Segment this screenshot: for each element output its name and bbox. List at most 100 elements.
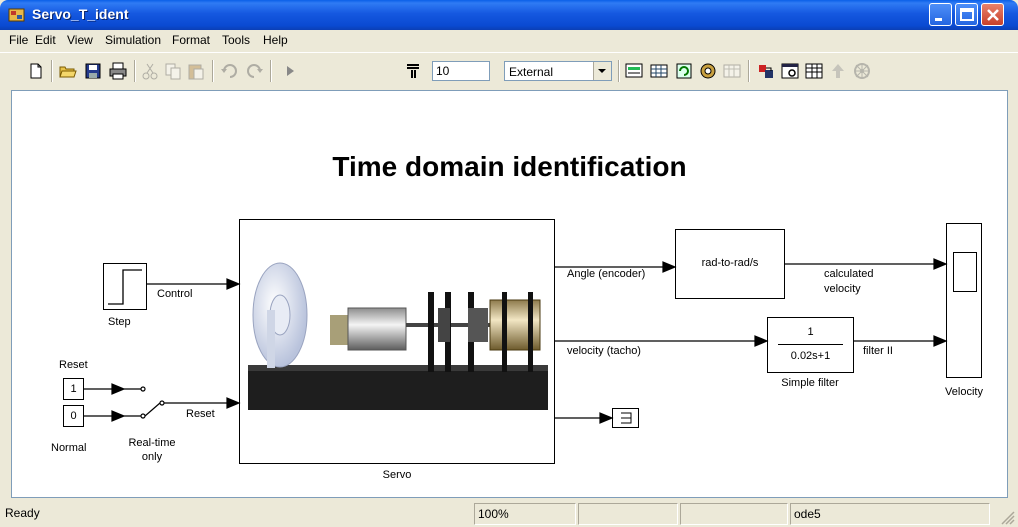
fraction-line bbox=[778, 344, 843, 345]
redo-button[interactable] bbox=[244, 61, 264, 81]
servo-block[interactable] bbox=[239, 219, 555, 464]
servo-label: Servo bbox=[382, 469, 412, 481]
switch-label-line2: only bbox=[141, 451, 163, 463]
stop-time-input[interactable]: 10 bbox=[432, 61, 490, 81]
model-advisor-button[interactable] bbox=[852, 61, 872, 81]
velocity-scope-block[interactable] bbox=[946, 223, 982, 378]
toolbar-separator bbox=[270, 60, 272, 82]
terminator-block[interactable] bbox=[612, 408, 639, 428]
menu-tools[interactable]: Tools bbox=[222, 33, 250, 47]
grid-icon bbox=[805, 63, 823, 79]
simulink-app-icon bbox=[8, 8, 25, 22]
connect-icon bbox=[650, 64, 668, 78]
build-icon bbox=[625, 63, 643, 78]
toolbar-separator bbox=[748, 60, 750, 82]
save-icon bbox=[85, 63, 101, 79]
signal-filter: filter II bbox=[863, 345, 893, 357]
rad-to-rads-block[interactable]: rad-to-rad/s bbox=[675, 229, 785, 299]
status-empty-1 bbox=[578, 503, 678, 525]
start-simulation-button[interactable] bbox=[280, 61, 300, 81]
filter-denominator: 0.02s+1 bbox=[790, 350, 831, 362]
open-button[interactable] bbox=[58, 61, 78, 81]
minimize-icon bbox=[935, 18, 942, 21]
status-bar: Ready 100% ode5 bbox=[0, 500, 1018, 527]
terminator-icon bbox=[621, 412, 632, 424]
arrow-up-icon bbox=[832, 64, 844, 78]
menu-help[interactable]: Help bbox=[263, 33, 288, 47]
menu-view[interactable]: View bbox=[67, 33, 93, 47]
pause-icon bbox=[407, 64, 419, 78]
diagram-title: Time domain identification bbox=[332, 151, 687, 182]
print-button[interactable] bbox=[108, 61, 128, 81]
close-icon bbox=[987, 9, 999, 21]
save-button[interactable] bbox=[83, 61, 103, 81]
close-button[interactable] bbox=[981, 3, 1004, 26]
copy-icon bbox=[165, 63, 181, 80]
chevron-down-icon[interactable] bbox=[593, 62, 611, 80]
switch-label-line1: Real-time bbox=[128, 437, 176, 449]
status-solver: ode5 bbox=[790, 503, 990, 525]
simulation-mode-select[interactable]: External bbox=[504, 61, 612, 81]
menu-edit[interactable]: Edit bbox=[35, 33, 56, 47]
redo-icon bbox=[247, 64, 263, 78]
toolbar-separator bbox=[212, 60, 214, 82]
explorer-button[interactable] bbox=[780, 61, 800, 81]
resize-grip-icon[interactable] bbox=[1000, 510, 1015, 525]
maximize-button[interactable] bbox=[955, 3, 978, 26]
build-button[interactable] bbox=[624, 61, 644, 81]
reset-constant-value: 1 bbox=[70, 383, 77, 395]
menu-file[interactable]: File bbox=[9, 33, 28, 47]
step-icon bbox=[108, 269, 142, 305]
debug-icon bbox=[723, 64, 741, 78]
normal-constant-value: 0 bbox=[70, 410, 77, 422]
maximize-icon bbox=[960, 8, 974, 21]
minimize-button[interactable] bbox=[929, 3, 952, 26]
signal-control: Control bbox=[157, 288, 193, 300]
menu-simulation[interactable]: Simulation bbox=[105, 33, 161, 47]
library-browser-button[interactable] bbox=[804, 61, 824, 81]
paste-button[interactable] bbox=[186, 61, 206, 81]
menu-bar: File Edit View Simulation Format Tools H… bbox=[0, 30, 1018, 50]
reset-constant-block[interactable]: 1 bbox=[63, 378, 84, 400]
signal-calculated-line1: calculated bbox=[824, 268, 874, 280]
debug-button[interactable] bbox=[722, 61, 742, 81]
model-canvas[interactable]: Time domain identification Servo Step Re… bbox=[11, 90, 1008, 498]
cut-icon bbox=[142, 63, 158, 80]
paste-icon bbox=[188, 64, 204, 80]
copy-button[interactable] bbox=[163, 61, 183, 81]
model-browser-icon bbox=[700, 63, 716, 79]
normal-const-label: Normal bbox=[51, 442, 87, 454]
connect-button[interactable] bbox=[649, 61, 669, 81]
filter-numerator: 1 bbox=[807, 326, 814, 338]
diagnostics-button[interactable] bbox=[756, 61, 776, 81]
new-button[interactable] bbox=[26, 61, 46, 81]
diagnostics-icon bbox=[759, 65, 773, 78]
toolbar-separator bbox=[134, 60, 136, 82]
go-to-parent-button[interactable] bbox=[828, 61, 848, 81]
rad-to-rads-text: rad-to-rad/s bbox=[701, 257, 759, 269]
help-icon bbox=[781, 63, 799, 79]
update-button[interactable] bbox=[674, 61, 694, 81]
title-bar[interactable]: Servo_T_ident bbox=[0, 0, 1018, 30]
normal-constant-block[interactable]: 0 bbox=[63, 405, 84, 427]
step-block[interactable] bbox=[103, 263, 147, 310]
simple-filter-label: Simple filter bbox=[781, 377, 839, 389]
simple-filter-block[interactable]: 1 0.02s+1 bbox=[767, 317, 854, 373]
toolbar: 10 External bbox=[0, 52, 1018, 89]
simulink-window: Servo_T_ident File Edit View Simulation … bbox=[0, 0, 1018, 527]
toolbar-separator bbox=[51, 60, 53, 82]
undo-icon bbox=[221, 64, 237, 78]
cut-button[interactable] bbox=[140, 61, 160, 81]
velocity-scope-label: Velocity bbox=[945, 386, 983, 398]
model-browser-button[interactable] bbox=[698, 61, 718, 81]
undo-button[interactable] bbox=[220, 61, 240, 81]
new-icon bbox=[30, 63, 42, 79]
status-empty-2 bbox=[680, 503, 788, 525]
window-title: Servo_T_ident bbox=[32, 6, 129, 22]
scope-screen bbox=[953, 252, 977, 292]
toolbar-separator bbox=[618, 60, 620, 82]
servo-image bbox=[248, 262, 548, 410]
gear-icon bbox=[854, 63, 870, 79]
status-state: Ready bbox=[5, 506, 40, 520]
menu-format[interactable]: Format bbox=[172, 33, 210, 47]
